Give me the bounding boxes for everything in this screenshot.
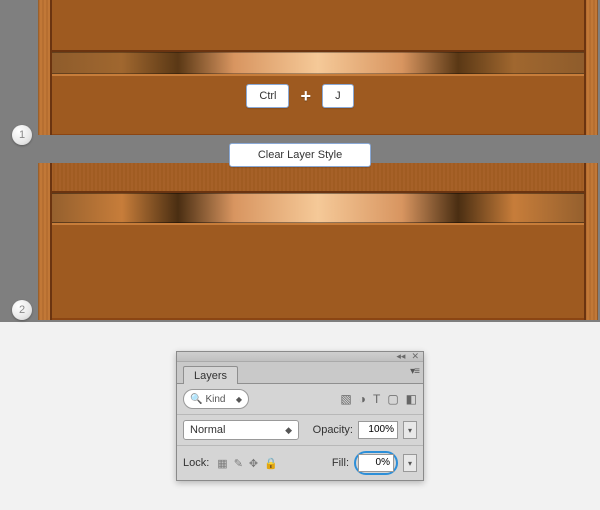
- step-badge-1: 1: [12, 125, 32, 145]
- tab-layers[interactable]: Layers: [183, 366, 238, 384]
- canvas-step-1: [38, 0, 598, 135]
- wood-edge-left: [38, 163, 52, 320]
- step-badge-2: 2: [12, 300, 32, 320]
- filter-kind-label: Kind: [205, 394, 225, 405]
- collapse-icon[interactable]: ◂◂: [396, 352, 405, 361]
- adjustment-filter-icon[interactable]: ◑: [359, 392, 366, 406]
- shape-filter-icon[interactable]: ▢: [387, 392, 398, 406]
- opacity-dropdown[interactable]: ▾: [403, 421, 417, 439]
- wood-edge-right: [584, 163, 598, 320]
- panel-area: ◂◂ ✕ Layers ▾≡ 🔍 Kind ◆ ▧ ◑ T ▢ ◧ Normal: [0, 322, 600, 510]
- lock-icons: ▦ ✎ ✥ 🔒: [217, 457, 278, 470]
- close-icon[interactable]: ✕: [411, 352, 419, 361]
- caret-icon: ◆: [285, 425, 292, 436]
- blend-mode-select[interactable]: Normal ◆: [183, 420, 299, 440]
- wood-edge-left: [38, 0, 52, 135]
- layers-panel: ◂◂ ✕ Layers ▾≡ 🔍 Kind ◆ ▧ ◑ T ▢ ◧ Normal: [176, 351, 424, 481]
- opacity-field[interactable]: 100%: [358, 421, 398, 439]
- wood-edge-right: [584, 0, 598, 135]
- panel-tabs: Layers ▾≡: [177, 362, 423, 384]
- tutorial-preview-area: 1 2 Ctrl + J Clear Layer Style: [0, 0, 600, 322]
- wood-gap: [38, 52, 598, 74]
- blend-mode-value: Normal: [190, 424, 225, 436]
- key-ctrl: Ctrl: [246, 84, 289, 108]
- action-callout: Clear Layer Style: [0, 143, 600, 167]
- panel-menu-icon[interactable]: ▾≡: [410, 366, 419, 377]
- fill-dropdown[interactable]: ▾: [403, 454, 417, 472]
- blend-row: Normal ◆ Opacity: 100% ▾: [177, 415, 423, 446]
- fill-highlight: 0%: [354, 451, 398, 475]
- key-j: J: [322, 84, 354, 108]
- fill-label: Fill:: [332, 457, 349, 469]
- wood-bottom: [38, 223, 598, 318]
- wood-top: [38, 0, 598, 52]
- clear-layer-style-button[interactable]: Clear Layer Style: [229, 143, 371, 167]
- canvas-step-2: [38, 163, 598, 320]
- fill-field[interactable]: 0%: [358, 454, 394, 472]
- opacity-label: Opacity:: [313, 424, 353, 436]
- lock-transparency-icon[interactable]: ▦: [217, 457, 227, 470]
- lock-position-icon[interactable]: ✥: [249, 457, 258, 470]
- pixel-filter-icon[interactable]: ▧: [340, 392, 351, 406]
- shortcut-callout: Ctrl + J: [0, 84, 600, 108]
- wood-top: [38, 163, 598, 193]
- filter-row: 🔍 Kind ◆ ▧ ◑ T ▢ ◧: [177, 384, 423, 415]
- smart-filter-icon[interactable]: ◧: [406, 392, 417, 406]
- panel-titlebar: ◂◂ ✕: [177, 352, 423, 362]
- caret-icon: ◆: [236, 395, 242, 404]
- filter-kind-select[interactable]: 🔍 Kind ◆: [183, 389, 249, 409]
- filter-type-icons: ▧ ◑ T ▢ ◧: [340, 392, 417, 406]
- lock-paint-icon[interactable]: ✎: [234, 457, 243, 470]
- type-filter-icon[interactable]: T: [373, 392, 380, 406]
- plus-icon: +: [301, 86, 312, 107]
- lock-all-icon[interactable]: 🔒: [264, 457, 278, 470]
- wood-gap: [38, 193, 598, 223]
- lock-row: Lock: ▦ ✎ ✥ 🔒 Fill: 0% ▾: [177, 446, 423, 480]
- lock-label: Lock:: [183, 457, 209, 469]
- search-icon: 🔍: [190, 394, 202, 405]
